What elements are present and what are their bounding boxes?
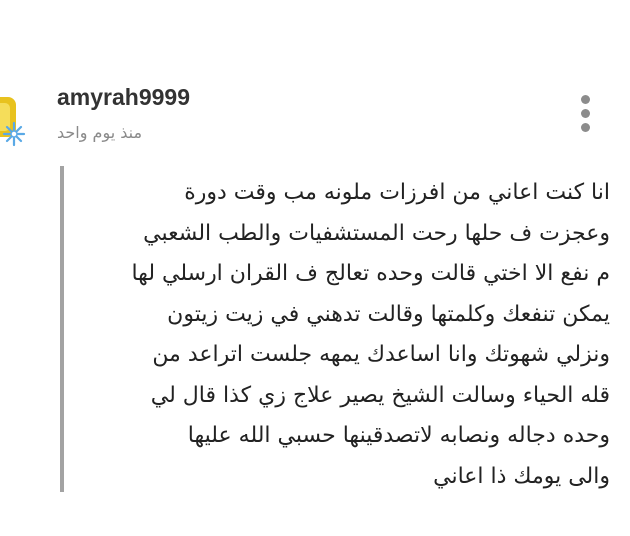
comment-line: ونزلي شهوتك وانا اساعدك يمهه جلست اتراعد…	[152, 342, 610, 367]
timestamp: منذ يوم واحد	[57, 123, 143, 142]
comment-line: وحده دجاله ونصابه لاتصدقينها حسبي الله ع…	[187, 423, 610, 448]
comment-line: انا كنت اعاني من افرزات ملونه مب وقت دور…	[184, 180, 610, 205]
more-vertical-icon	[581, 95, 590, 104]
comment-line: يمكن تنفعك وكلمتها وقالت تدهني في زيت زي…	[167, 301, 610, 327]
comment-text: انا كنت اعاني من افرزات ملونه مب وقت دور…	[78, 173, 610, 497]
comment-line: وعجزت ف حلها رحت المستشفيات والطب الشعبي	[143, 220, 610, 246]
comment-card: amyrah9999 منذ يوم واحد انا كنت اعاني من…	[0, 0, 630, 536]
comment-line: م نفع الا اختي قالت وحده تعالج ف القران …	[131, 261, 610, 286]
username[interactable]: amyrah9999	[57, 84, 190, 111]
avatar[interactable]	[0, 93, 28, 149]
more-options-button[interactable]	[570, 92, 600, 136]
comment-line: قله الحياء وسالت الشيخ يصير علاج زي كذا …	[150, 382, 610, 408]
snowflake-crest-avatar-icon	[0, 97, 26, 147]
comment-line: والى يومك ذا اعاني	[433, 463, 610, 489]
quote-bar	[60, 166, 64, 492]
